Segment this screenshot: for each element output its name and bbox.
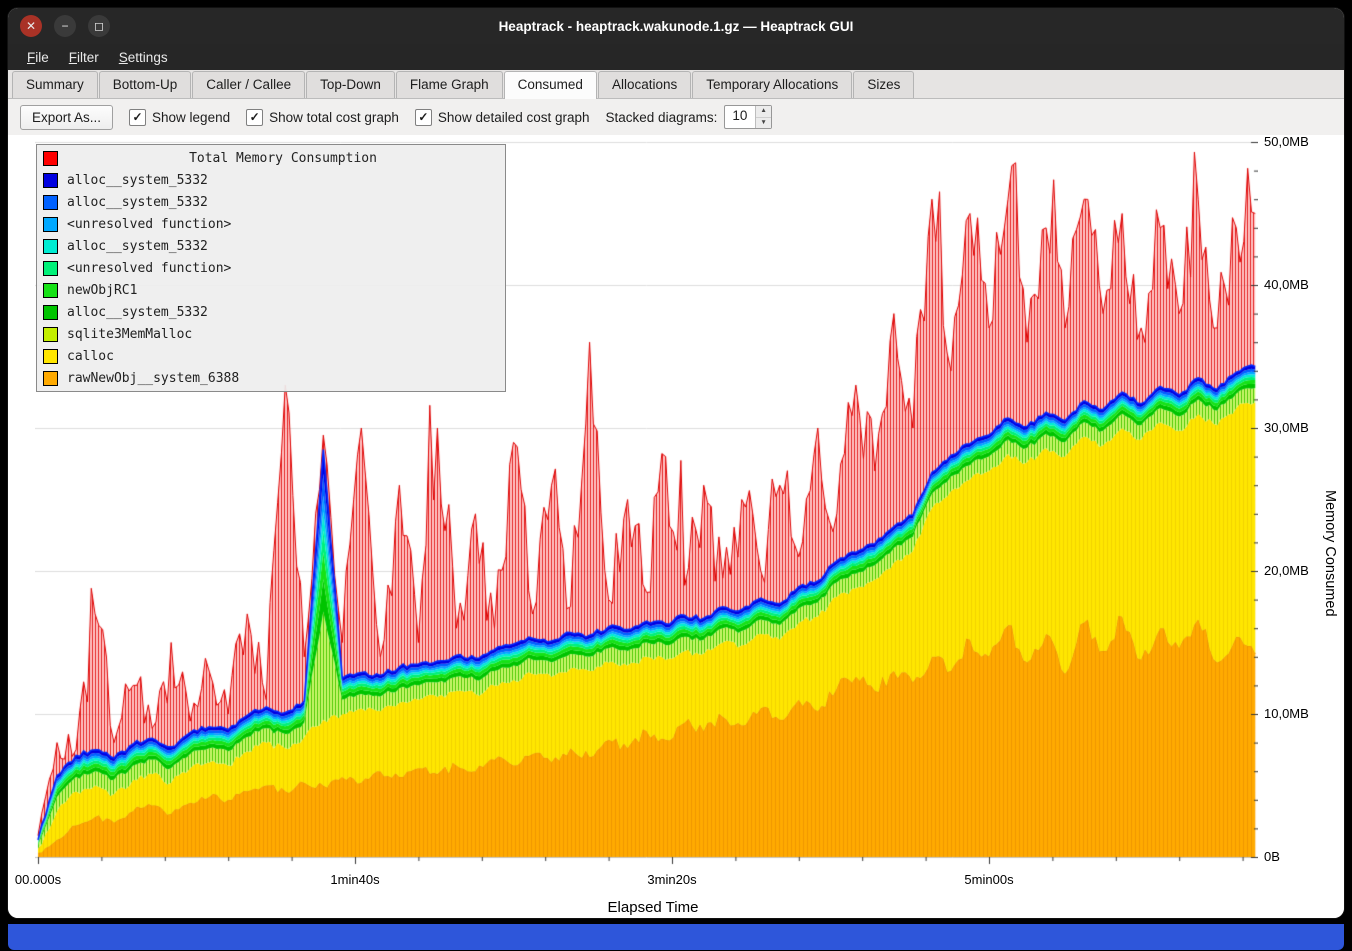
checkbox-label: Show legend bbox=[152, 110, 230, 125]
export-as-button[interactable]: Export As... bbox=[20, 105, 113, 130]
legend-entry: newObjRC1 bbox=[37, 279, 505, 301]
toolbar: Export As... ✓ Show legend ✓ Show total cos… bbox=[8, 99, 1344, 135]
x-axis-tick: 00.000s bbox=[15, 872, 61, 887]
y-axis-tick: 0B bbox=[1264, 849, 1280, 864]
x-axis-tick: 1min40s bbox=[330, 872, 379, 887]
tab-bottom-up[interactable]: Bottom-Up bbox=[99, 71, 192, 98]
legend-swatch bbox=[43, 349, 58, 364]
menu-settings[interactable]: Settings bbox=[110, 47, 177, 68]
y-axis-tick: 20,0MB bbox=[1264, 563, 1309, 578]
legend-label: <unresolved function> bbox=[67, 261, 231, 276]
legend-swatch bbox=[43, 217, 58, 232]
legend-entry: <unresolved function> bbox=[37, 213, 505, 235]
legend-swatch bbox=[43, 305, 58, 320]
close-button[interactable]: ✕ bbox=[20, 15, 42, 37]
x-axis-tick: 3min20s bbox=[647, 872, 696, 887]
checkbox-box[interactable]: ✓ bbox=[246, 109, 263, 126]
checkbox-show-detailed-cost-graph[interactable]: ✓ Show detailed cost graph bbox=[415, 109, 590, 126]
tab-flame-graph[interactable]: Flame Graph bbox=[396, 71, 503, 98]
legend-swatch bbox=[43, 239, 58, 254]
tab-sizes[interactable]: Sizes bbox=[853, 71, 914, 98]
checkbox-box[interactable]: ✓ bbox=[129, 109, 146, 126]
checkbox-show-legend[interactable]: ✓ Show legend bbox=[129, 109, 230, 126]
legend-label: alloc__system_5332 bbox=[67, 305, 208, 320]
legend-label: alloc__system_5332 bbox=[67, 195, 208, 210]
legend-label: alloc__system_5332 bbox=[67, 239, 208, 254]
menu-file[interactable]: File bbox=[18, 47, 58, 68]
window-controls: ✕ − ◻ bbox=[20, 8, 110, 44]
legend-title-row: Total Memory Consumption bbox=[37, 147, 505, 169]
y-axis-tick: 50,0MB bbox=[1264, 134, 1309, 149]
maximize-icon: ◻ bbox=[94, 19, 104, 33]
legend-swatch bbox=[43, 261, 58, 276]
y-axis-tick: 10,0MB bbox=[1264, 706, 1309, 721]
spin-down-button[interactable]: ▼ bbox=[756, 118, 770, 129]
checkbox-label: Show detailed cost graph bbox=[438, 110, 590, 125]
desktop-panel bbox=[8, 924, 1344, 950]
total-memory-swatch bbox=[43, 151, 58, 166]
legend-swatch bbox=[43, 283, 58, 298]
legend-entry: calloc bbox=[37, 345, 505, 367]
legend-swatch bbox=[43, 173, 58, 188]
tab-temporary-allocations[interactable]: Temporary Allocations bbox=[692, 71, 852, 98]
minimize-icon: − bbox=[61, 19, 68, 33]
spin-up-button[interactable]: ▲ bbox=[756, 106, 770, 118]
checkbox-show-total-cost-graph[interactable]: ✓ Show total cost graph bbox=[246, 109, 399, 126]
legend-label: sqlite3MemMalloc bbox=[67, 327, 192, 342]
legend-swatch bbox=[43, 371, 58, 386]
legend-entry: sqlite3MemMalloc bbox=[37, 323, 505, 345]
legend-entry: alloc__system_5332 bbox=[37, 191, 505, 213]
legend-label: <unresolved function> bbox=[67, 217, 231, 232]
legend-entry: alloc__system_5332 bbox=[37, 301, 505, 323]
legend-entry: alloc__system_5332 bbox=[37, 235, 505, 257]
tab-summary[interactable]: Summary bbox=[12, 71, 98, 98]
close-icon: ✕ bbox=[26, 19, 36, 33]
minimize-button[interactable]: − bbox=[54, 15, 76, 37]
legend-entry: alloc__system_5332 bbox=[37, 169, 505, 191]
y-axis-title: Memory Consumed bbox=[1322, 490, 1338, 617]
y-axis-tick: 30,0MB bbox=[1264, 420, 1309, 435]
legend-entry: <unresolved function> bbox=[37, 257, 505, 279]
legend-swatch bbox=[43, 195, 58, 210]
checkbox-box[interactable]: ✓ bbox=[415, 109, 432, 126]
y-axis-tick: 40,0MB bbox=[1264, 277, 1309, 292]
title-bar[interactable]: ✕ − ◻ Heaptrack - heaptrack.wakunode.1.gz … bbox=[8, 8, 1344, 44]
tab-consumed[interactable]: Consumed bbox=[504, 71, 597, 99]
x-axis-tick: 5min00s bbox=[964, 872, 1013, 887]
chart-region: Total Memory Consumption alloc__system_5… bbox=[8, 135, 1344, 918]
chart-legend: Total Memory Consumption alloc__system_5… bbox=[36, 144, 506, 392]
tab-allocations[interactable]: Allocations bbox=[598, 71, 691, 98]
window-title: Heaptrack - heaptrack.wakunode.1.gz — He… bbox=[8, 19, 1344, 34]
menu-filter[interactable]: Filter bbox=[60, 47, 108, 68]
legend-entry: rawNewObj__system_6388 bbox=[37, 367, 505, 389]
legend-label: calloc bbox=[67, 349, 114, 364]
x-axis-title: Elapsed Time bbox=[8, 899, 1298, 916]
tab-top-down[interactable]: Top-Down bbox=[306, 71, 395, 98]
app-window: ✕ − ◻ Heaptrack - heaptrack.wakunode.1.gz … bbox=[8, 8, 1344, 918]
tab-caller-callee[interactable]: Caller / Callee bbox=[192, 71, 305, 98]
legend-label: alloc__system_5332 bbox=[67, 173, 208, 188]
legend-title: Total Memory Consumption bbox=[67, 151, 499, 166]
tab-bar: SummaryBottom-UpCaller / CalleeTop-DownF… bbox=[8, 70, 1344, 99]
legend-swatch bbox=[43, 327, 58, 342]
checkbox-label: Show total cost graph bbox=[269, 110, 399, 125]
stacked-diagrams-spinbox[interactable]: 10 ▲ ▼ bbox=[724, 105, 771, 129]
legend-label: rawNewObj__system_6388 bbox=[67, 371, 239, 386]
menu-bar: FileFilterSettings bbox=[8, 44, 1344, 70]
legend-label: newObjRC1 bbox=[67, 283, 137, 298]
maximize-button[interactable]: ◻ bbox=[88, 15, 110, 37]
stacked-diagrams-label: Stacked diagrams: bbox=[606, 110, 718, 125]
stacked-diagrams-value: 10 bbox=[725, 106, 755, 128]
